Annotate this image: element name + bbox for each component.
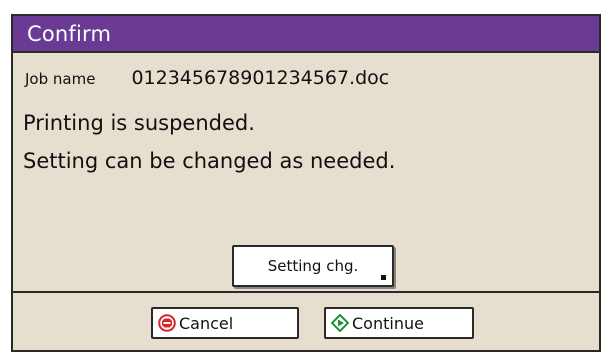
continue-button[interactable]: Continue: [324, 307, 474, 339]
message-line-1: Printing is suspended.: [23, 111, 255, 135]
dialog-footer: Cancel Continue: [13, 291, 599, 350]
submenu-marker-icon: [381, 275, 386, 280]
continue-label: Continue: [352, 313, 424, 333]
dialog-content: Job name 012345678901234567.doc Printing…: [13, 53, 599, 295]
title-bar: Confirm: [13, 16, 599, 53]
job-name-label: Job name: [25, 70, 96, 88]
job-name-row: Job name 012345678901234567.doc: [25, 67, 389, 89]
message-line-2: Setting can be changed as needed.: [23, 149, 396, 173]
job-name-value: 012345678901234567.doc: [131, 67, 390, 89]
start-diamond-icon: [331, 314, 349, 332]
confirm-dialog: Confirm Job name 012345678901234567.doc …: [11, 14, 601, 352]
cancel-button[interactable]: Cancel: [151, 307, 299, 339]
cancel-label: Cancel: [179, 313, 234, 333]
setting-change-label: Setting chg.: [267, 257, 359, 275]
stop-circle-icon: [158, 314, 176, 332]
setting-change-button[interactable]: Setting chg.: [232, 245, 394, 287]
dialog-title: Confirm: [27, 21, 112, 46]
